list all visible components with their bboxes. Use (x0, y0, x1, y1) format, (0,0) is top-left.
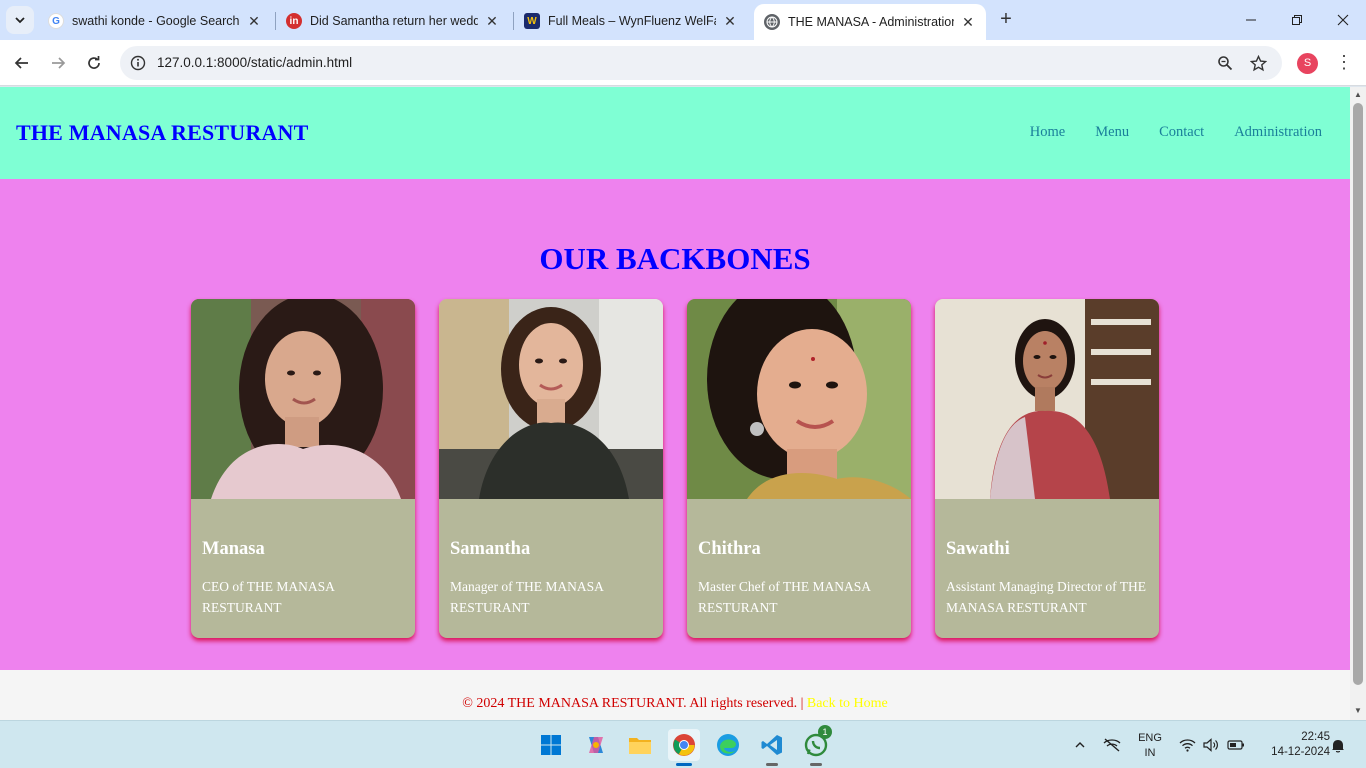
close-icon[interactable]: ✕ (960, 14, 976, 31)
team-member-name: Chithra (698, 539, 761, 559)
chevron-down-icon (15, 17, 25, 24)
file-explorer-icon[interactable] (624, 729, 656, 761)
tab-title: Did Samantha return her wedd (310, 14, 478, 28)
reload-button[interactable] (80, 49, 108, 77)
system-clock[interactable]: 22:45 14-12-2024 (1254, 730, 1330, 760)
nav-link-menu[interactable]: Menu (1095, 124, 1129, 141)
windows-taskbar: 1 ENG IN 22:45 14-12-2024 (0, 720, 1366, 768)
battery-icon[interactable] (1224, 721, 1248, 768)
show-hidden-icons-chevron-up-icon[interactable] (1070, 721, 1090, 768)
close-window-button[interactable] (1320, 0, 1366, 40)
bookmark-star-icon[interactable] (1248, 53, 1268, 73)
forward-button[interactable] (44, 49, 72, 77)
running-app-indicator (810, 763, 822, 766)
tab-title: THE MANASA - Administration (788, 15, 954, 29)
zoom-icon[interactable] (1215, 53, 1235, 73)
clock-time: 22:45 (1301, 731, 1330, 743)
arrow-left-icon (14, 57, 28, 69)
scroll-down-icon[interactable]: ▼ (1354, 707, 1362, 715)
team-member-role: Assistant Managing Director of THE MANAS… (946, 579, 1146, 615)
restore-icon (1292, 15, 1302, 25)
speaker-volume-icon[interactable] (1200, 721, 1222, 768)
team-card-samantha: Samantha Manager of THE MANASA RESTURANT (439, 299, 663, 638)
url-text[interactable]: 127.0.0.1:8000/static/admin.html (157, 55, 352, 70)
close-icon[interactable]: ✕ (484, 13, 500, 30)
team-card-manasa: Manasa CEO of THE MANASA RESTURANT (191, 299, 415, 638)
input-language-indicator[interactable]: ENG IN (1136, 731, 1164, 761)
scroll-up-icon[interactable]: ▲ (1354, 91, 1362, 99)
site-header: THE MANASA RESTURANT Home Menu Contact A… (0, 87, 1350, 179)
minimize-icon (1246, 19, 1256, 21)
google-g-icon: G (48, 13, 64, 29)
windows-start-icon[interactable] (535, 729, 567, 761)
team-member-name: Sawathi (946, 539, 1010, 559)
profile-avatar[interactable]: S (1297, 53, 1318, 74)
whatsapp-unread-badge: 1 (818, 725, 832, 739)
site-nav: Home Menu Contact Administration (1030, 124, 1322, 141)
edge-icon[interactable] (712, 729, 744, 761)
browser-toolbar: 127.0.0.1:8000/static/admin.html S ⋮ (0, 40, 1366, 86)
footer-line: © 2024 THE MANASA RESTURANT. All rights … (0, 696, 1350, 712)
site-info-icon[interactable] (128, 53, 148, 73)
tab-full-meals[interactable]: W Full Meals – WynFluenz WelFare ✕ (514, 6, 748, 36)
minimize-button[interactable] (1228, 0, 1274, 40)
tab-samantha-article[interactable]: in Did Samantha return her wedd ✕ (276, 6, 510, 36)
section-heading: OUR BACKBONES (539, 241, 811, 276)
nav-link-contact[interactable]: Contact (1159, 124, 1204, 141)
team-member-role: Master Chef of THE MANASA RESTURANT (698, 579, 871, 615)
team-member-role: Manager of THE MANASA RESTURANT (450, 579, 604, 615)
back-button[interactable] (8, 49, 36, 77)
nav-link-home[interactable]: Home (1030, 124, 1065, 141)
globe-icon (764, 14, 780, 30)
scrollbar-thumb[interactable] (1353, 103, 1363, 685)
tab-manasa-admin[interactable]: THE MANASA - Administration ✕ (754, 4, 986, 40)
team-photo (935, 299, 1159, 499)
team-card-sawathi: Sawathi Assistant Managing Director of T… (935, 299, 1159, 638)
browser-menu-icon[interactable]: ⋮ (1334, 52, 1354, 74)
nav-link-administration[interactable]: Administration (1234, 124, 1322, 141)
team-photo (191, 299, 415, 499)
team-section: OUR BACKBONES Manasa CEO of THE MANASA R… (0, 179, 1350, 670)
team-photo (439, 299, 663, 499)
whatsapp-icon[interactable]: 1 (800, 725, 832, 766)
active-app-indicator (676, 763, 692, 766)
region-code: IN (1144, 747, 1156, 759)
tab-title: Full Meals – WynFluenz WelFare (548, 14, 716, 28)
site-footer: © 2024 THE MANASA RESTURANT. All rights … (0, 670, 1350, 720)
restore-button[interactable] (1274, 0, 1320, 40)
arrow-right-icon (52, 57, 66, 69)
close-icon[interactable]: ✕ (722, 13, 738, 30)
close-icon (1337, 14, 1349, 26)
chrome-icon[interactable] (668, 729, 700, 766)
back-to-home-link[interactable]: Back to Home (807, 696, 888, 711)
page-scrollbar[interactable]: ▲ ▼ (1350, 87, 1366, 720)
tab-search-button[interactable] (6, 6, 34, 34)
vscode-icon[interactable] (756, 729, 788, 766)
new-tab-button[interactable]: + (994, 8, 1018, 32)
site-brand: THE MANASA RESTURANT (16, 120, 309, 145)
running-app-indicator (766, 763, 778, 766)
notification-bell-icon[interactable] (1328, 721, 1348, 768)
wifi-icon[interactable] (1176, 721, 1198, 768)
language-code: ENG (1138, 732, 1162, 744)
clock-date: 14-12-2024 (1271, 746, 1330, 758)
address-bar[interactable]: 127.0.0.1:8000/static/admin.html (120, 46, 1282, 80)
team-photo (687, 299, 911, 499)
team-member-name: Manasa (202, 539, 265, 559)
copyright-text: © 2024 THE MANASA RESTURANT. All rights … (462, 696, 807, 711)
team-card-chithra: Chithra Master Chef of THE MANASA RESTUR… (687, 299, 911, 638)
inshorts-icon: in (286, 13, 302, 29)
close-icon[interactable]: ✕ (246, 13, 262, 30)
network-disconnected-icon[interactable] (1100, 721, 1124, 768)
wynfluenz-icon: W (524, 13, 540, 29)
page-viewport: THE MANASA RESTURANT Home Menu Contact A… (0, 87, 1350, 720)
tab-title: swathi konde - Google Search (72, 14, 240, 28)
browser-tab-strip: G swathi konde - Google Search ✕ in Did … (0, 0, 1366, 40)
team-member-name: Samantha (450, 539, 531, 559)
reload-icon (88, 56, 100, 69)
copilot-icon[interactable] (580, 729, 612, 761)
tab-google-search[interactable]: G swathi konde - Google Search ✕ (38, 6, 272, 36)
team-member-role: CEO of THE MANASA RESTURANT (202, 579, 335, 615)
